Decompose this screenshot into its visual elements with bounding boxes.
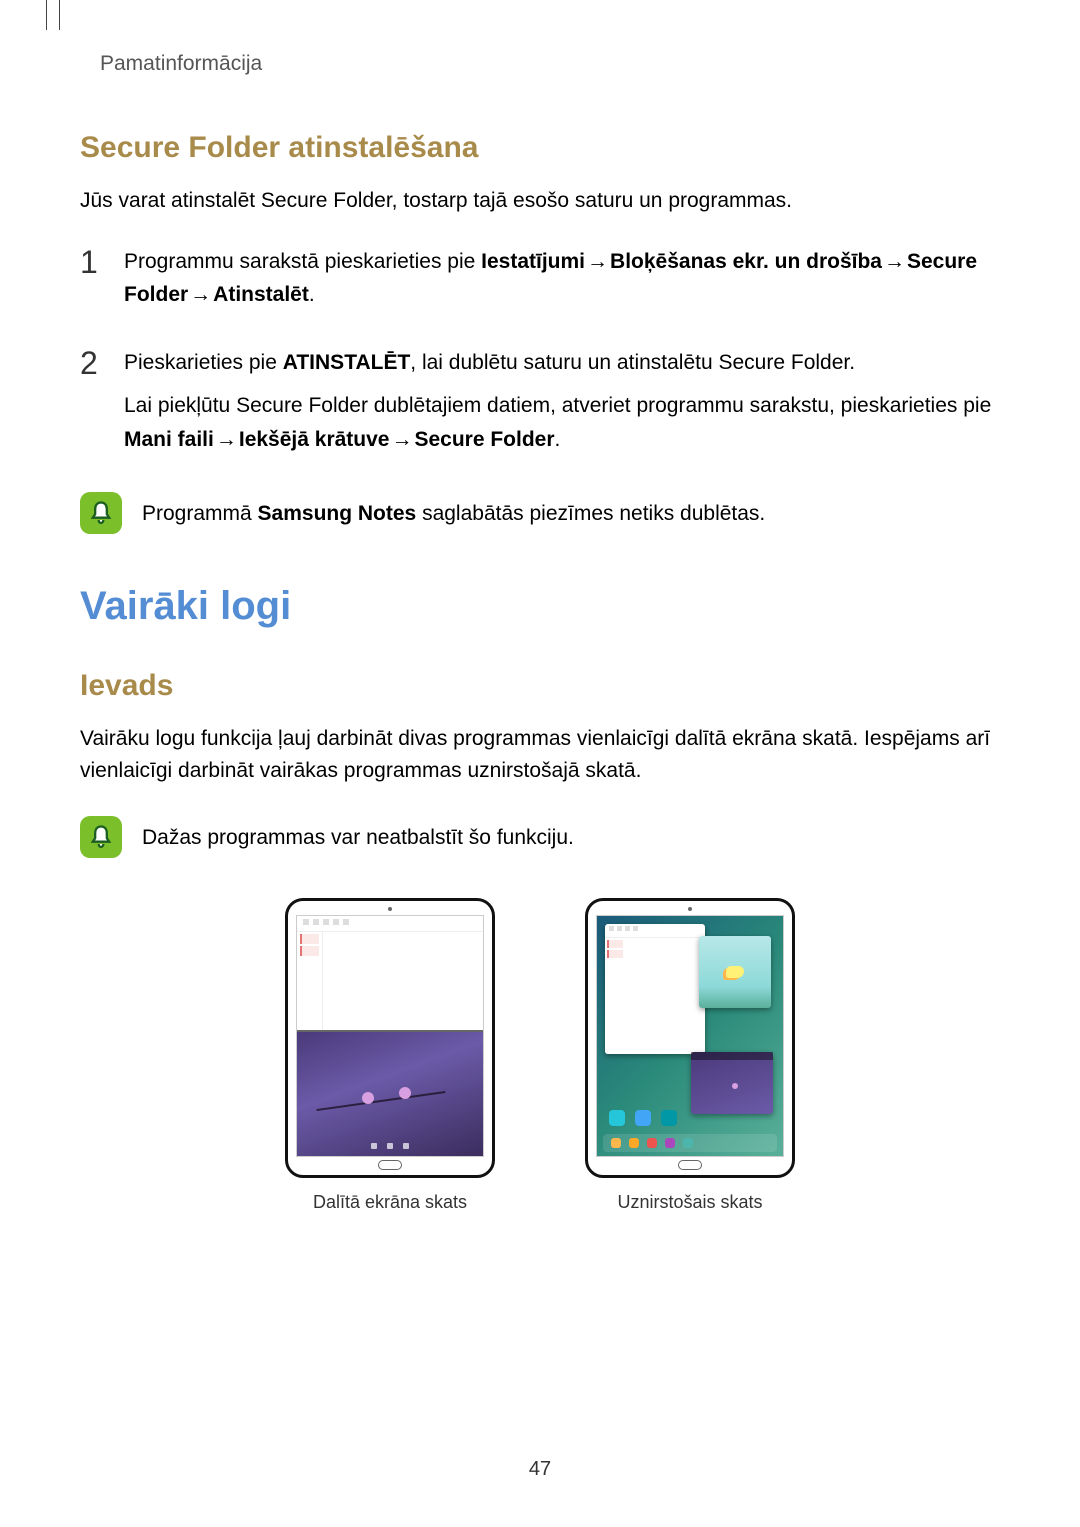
step2-l1-pre: Pieskarieties pie (124, 351, 283, 374)
step2-l1-bold: ATINSTALĒT (283, 351, 411, 374)
section-heading-secure-folder: Secure Folder atinstalēšana (80, 131, 1000, 165)
arrow-icon: → (214, 428, 239, 451)
step2-l2-b2: Iekšējā krātuve (239, 428, 390, 451)
section1-intro: Jūs varat atinstalēt Secure Folder, tost… (80, 185, 1000, 217)
step1-bold-4: Atinstalēt (213, 283, 309, 306)
bell-icon (80, 492, 122, 534)
section-heading-intro: Ievads (80, 669, 1000, 703)
figure-split-view: Dalītā ekrāna skats (285, 898, 495, 1213)
step2-l2-b1: Mani faili (124, 428, 214, 451)
step-1: 1 Programmu sarakstā pieskarieties pie I… (80, 245, 1000, 322)
figure-caption-1: Dalītā ekrāna skats (285, 1192, 495, 1213)
bell-icon (80, 816, 122, 858)
note-1-text: Programmā Samsung Notes saglabātās piezī… (142, 490, 765, 530)
arrow-icon: → (389, 428, 414, 451)
step1-bold-2: Bloķēšanas ekr. un drošība (610, 250, 882, 273)
step1-text-pre: Programmu sarakstā pieskarieties pie (124, 250, 481, 273)
note-block-1: Programmā Samsung Notes saglabātās piezī… (80, 490, 1000, 534)
page-number: 47 (0, 1458, 1080, 1481)
step2-l2-pre: Lai piekļūtu Secure Folder dublētajiem d… (124, 394, 991, 417)
step-number: 1 (80, 245, 124, 280)
section-heading-multi-window: Vairāki logi (80, 584, 1000, 629)
figure-caption-2: Uznirstošais skats (585, 1192, 795, 1213)
step2-period: . (555, 428, 561, 451)
step2-l1-post: , lai dublētu saturu un atinstalētu Secu… (410, 351, 855, 374)
step-2: 2 Pieskarieties pie ATINSTALĒT, lai dubl… (80, 346, 1000, 467)
note-block-2: Dažas programmas var neatbalstīt šo funk… (80, 814, 1000, 858)
arrow-icon: → (188, 283, 213, 306)
step2-l2-b3: Secure Folder (414, 428, 554, 451)
page-header: Pamatinformācija (80, 52, 1000, 76)
tablet-frame-icon (585, 898, 795, 1178)
step-number: 2 (80, 346, 124, 381)
tablet-frame-icon (285, 898, 495, 1178)
note1-post: saglabātās piezīmes netiks dublētas. (416, 502, 765, 525)
figures-row: Dalītā ekrāna skats Uznirstošais skats (80, 898, 1000, 1213)
arrow-icon: → (882, 250, 907, 273)
step-1-body: Programmu sarakstā pieskarieties pie Ies… (124, 245, 1000, 322)
page-content: Pamatinformācija Secure Folder atinstalē… (0, 0, 1080, 1527)
note-2-text: Dažas programmas var neatbalstīt šo funk… (142, 814, 574, 854)
step1-period: . (309, 283, 315, 306)
section2-intro: Vairāku logu funkcija ļauj darbināt diva… (80, 723, 1000, 786)
note1-pre: Programmā (142, 502, 258, 525)
figure-popup-view: Uznirstošais skats (585, 898, 795, 1213)
step1-bold-1: Iestatījumi (481, 250, 585, 273)
arrow-icon: → (585, 250, 610, 273)
note1-bold: Samsung Notes (258, 502, 417, 525)
step-2-body: Pieskarieties pie ATINSTALĒT, lai dublēt… (124, 346, 1000, 467)
